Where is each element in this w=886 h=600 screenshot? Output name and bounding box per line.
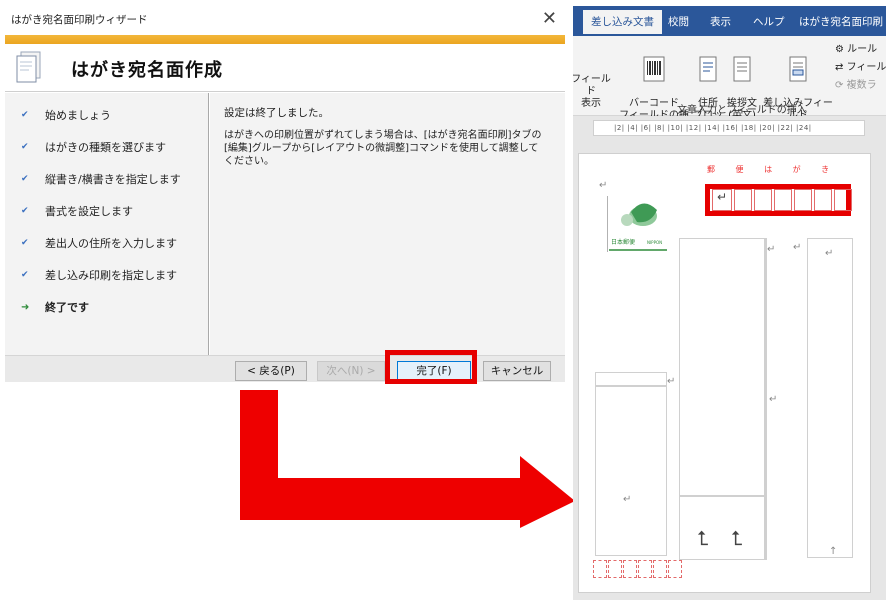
sender-postal-box bbox=[638, 560, 652, 578]
tab-mailings[interactable]: 差し込み文書 bbox=[583, 10, 662, 36]
frame-divider bbox=[765, 238, 767, 560]
return-mark-icon: ↵ bbox=[767, 244, 776, 255]
return-arrow-icon: ⮤ bbox=[731, 526, 743, 550]
word-window: 差し込み文書 校閲 表示 ヘルプ はがき宛名面印刷 フィールド 表示 バーコード… bbox=[573, 6, 886, 600]
tab-help[interactable]: ヘルプ bbox=[753, 14, 785, 29]
return-mark-icon: ↵ bbox=[623, 494, 632, 505]
document-page[interactable]: 日本郵便 NIPPON ↵ 郵 便 は が き ↵ ↵ ↵ ↵ ↵ ↵ ↵ ↑ … bbox=[578, 153, 871, 593]
adjustment-hint: はがきへの印刷位置がずれてしまう場合は、[はがき宛名面印刷]タブの[編集]グルー… bbox=[224, 130, 542, 167]
check-icon: ✔ bbox=[21, 142, 29, 152]
tab-postcard-print[interactable]: はがき宛名面印刷 bbox=[799, 14, 883, 29]
ribbon-tab-bar: 差し込み文書 校閲 表示 ヘルプ はがき宛名面印刷 bbox=[573, 6, 886, 36]
merge-field-icon bbox=[789, 56, 807, 82]
sender-postal-boxes bbox=[593, 560, 682, 578]
next-button[interactable]: 次へ(N) > bbox=[317, 361, 385, 381]
finish-highlight bbox=[385, 350, 477, 384]
sender-postal-box bbox=[623, 560, 637, 578]
rules-button[interactable]: ⚙ ルール bbox=[835, 44, 886, 56]
ribbon: フィールド 表示 バーコード フィールドの挿入 住所 ブロック 挨拶文 (英文)… bbox=[573, 36, 886, 133]
return-mark-icon: ↑ bbox=[829, 546, 838, 557]
stamp-brand: NIPPON bbox=[647, 240, 662, 245]
return-mark-icon: ↵ bbox=[793, 242, 802, 253]
back-button[interactable]: < 戻る(P) bbox=[235, 361, 307, 381]
recipient-address-frame[interactable] bbox=[679, 238, 765, 496]
postal-box bbox=[814, 189, 832, 211]
return-mark-icon: ↵ bbox=[599, 180, 608, 191]
tab-review[interactable]: 校閲 bbox=[668, 14, 689, 29]
step-list: ✔ 始めましょう ✔ はがきの種類を選びます ✔ 縦書き/横書きを指定します ✔ 書式を… bbox=[5, 93, 209, 355]
barcode-icon bbox=[643, 56, 665, 82]
step-item: ✔ 縦書き/横書きを指定します bbox=[21, 173, 181, 186]
ribbon-group-label: 文章入力とフィールドの挿入 bbox=[677, 105, 807, 116]
postal-box: ↵ bbox=[712, 189, 732, 211]
recipient-name-frame[interactable] bbox=[807, 238, 853, 558]
sender-postal-box bbox=[608, 560, 622, 578]
ruler[interactable]: |2| |4| |6| |8| |10| |12| |14| |16| |18|… bbox=[573, 116, 886, 140]
return-mark-icon: ↵ bbox=[769, 394, 778, 405]
stamp-text: 日本郵便 bbox=[611, 238, 635, 246]
step-item: ✔ 差し込み印刷を指定します bbox=[21, 269, 177, 282]
postcard-heading: 郵 便 は が き bbox=[707, 165, 839, 174]
tab-view[interactable]: 表示 bbox=[710, 14, 731, 29]
step-item: ✔ 書式を設定します bbox=[21, 205, 133, 218]
document-icon bbox=[16, 51, 41, 83]
close-icon[interactable]: ✕ bbox=[542, 8, 557, 30]
address-block-icon bbox=[699, 56, 717, 82]
accent-bar bbox=[5, 35, 565, 44]
title-bar: はがき宛名面印刷ウィザード ✕ bbox=[5, 6, 565, 34]
postal-code-boxes: ↵ bbox=[712, 189, 852, 211]
check-icon: ✔ bbox=[21, 238, 29, 248]
greeting-line-icon bbox=[733, 56, 751, 82]
wizard-dialog: はがき宛名面印刷ウィザード ✕ はがき宛名面作成 ✔ 始めましょう ✔ はがきの種類… bbox=[5, 6, 565, 382]
return-mark-icon: ↵ bbox=[667, 376, 676, 387]
button-bar: < 戻る(P) 次へ(N) > 完了(F) キャンセル bbox=[5, 355, 565, 382]
wizard-content: 設定は終了しました。 はがきへの印刷位置がずれてしまう場合は、[はがき宛名面印刷… bbox=[210, 93, 565, 355]
check-icon: ✔ bbox=[21, 174, 29, 184]
update-labels-button[interactable]: ⟳ 複数ラ bbox=[835, 80, 886, 92]
postal-box bbox=[734, 189, 752, 211]
field-display-button[interactable]: フィールド 表示 bbox=[573, 74, 613, 110]
postal-box bbox=[754, 189, 772, 211]
check-icon: ✔ bbox=[21, 206, 29, 216]
return-mark-icon: ↵ bbox=[825, 248, 834, 259]
check-icon: ✔ bbox=[21, 110, 29, 120]
match-fields-button[interactable]: ⇄ フィール bbox=[835, 62, 886, 74]
step-item-current: ➜ 終了です bbox=[21, 301, 89, 314]
completion-message: 設定は終了しました。 bbox=[224, 107, 329, 119]
sender-zip-frame[interactable] bbox=[595, 372, 667, 386]
match-fields-icon: ⇄ bbox=[835, 62, 844, 73]
step-item: ✔ 始めましょう bbox=[21, 109, 111, 122]
postal-box bbox=[834, 189, 852, 211]
sender-name-frame[interactable] bbox=[679, 496, 765, 560]
sender-address-frame[interactable] bbox=[595, 386, 667, 556]
wizard-header: はがき宛名面作成 bbox=[5, 44, 565, 92]
red-arrow-graphic bbox=[240, 390, 575, 528]
sender-postal-box bbox=[668, 560, 682, 578]
arrow-right-icon: ➜ bbox=[21, 301, 30, 313]
return-arrow-icon: ⮤ bbox=[697, 526, 709, 550]
step-item: ✔ はがきの種類を選びます bbox=[21, 141, 166, 154]
postal-box bbox=[774, 189, 792, 211]
update-labels-icon: ⟳ bbox=[835, 80, 844, 91]
page-title: はがき宛名面作成 bbox=[71, 60, 223, 81]
window-title: はがき宛名面印刷ウィザード bbox=[11, 14, 148, 26]
step-item: ✔ 差出人の住所を入力します bbox=[21, 237, 177, 250]
sender-postal-box bbox=[593, 560, 607, 578]
ruler-scale: |2| |4| |6| |8| |10| |12| |14| |16| |18|… bbox=[593, 120, 865, 136]
postage-stamp-image: 日本郵便 NIPPON bbox=[607, 194, 669, 254]
rules-icon: ⚙ bbox=[835, 44, 844, 55]
cancel-button[interactable]: キャンセル bbox=[483, 361, 551, 381]
check-icon: ✔ bbox=[21, 270, 29, 280]
postal-box bbox=[794, 189, 812, 211]
sender-postal-box bbox=[653, 560, 667, 578]
